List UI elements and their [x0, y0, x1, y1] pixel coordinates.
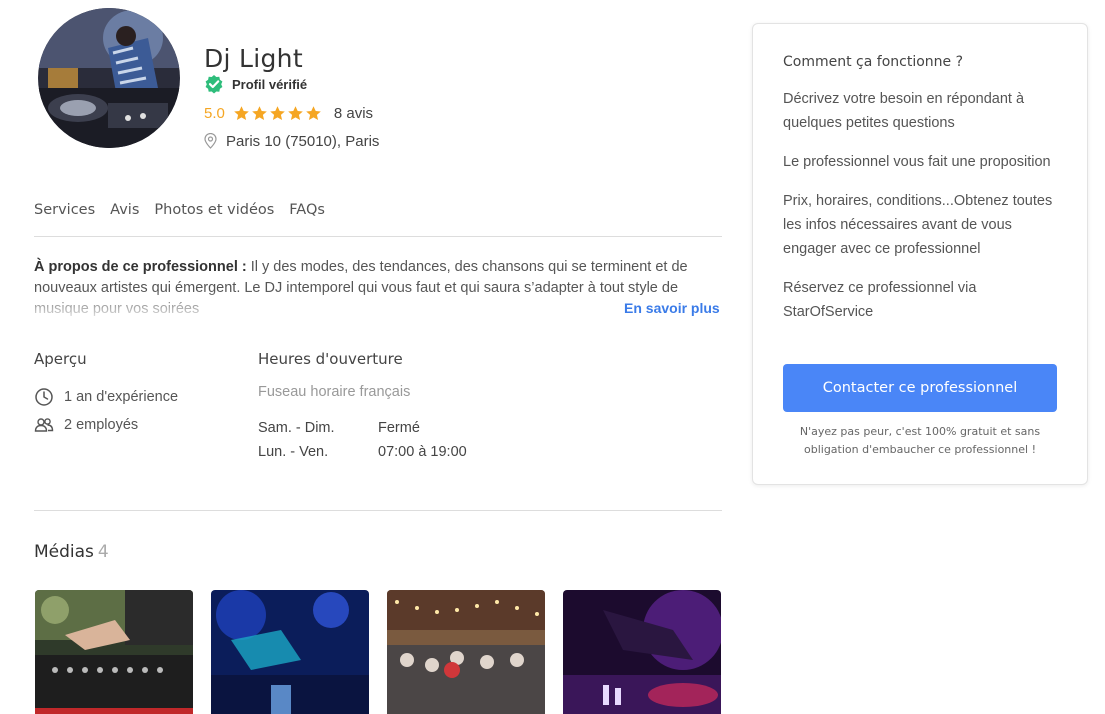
users-icon: [34, 418, 54, 432]
tab-services[interactable]: Services: [34, 202, 95, 218]
hours-row: Lun. - Ven. 07:00 à 19:00: [258, 444, 467, 460]
verified-badge: Profil vérifié: [204, 74, 307, 94]
tabs-divider: [34, 236, 722, 237]
how-it-works-title: Comment ça fonctionne ?: [783, 54, 964, 70]
medias-label: Médias: [34, 542, 94, 562]
hours-timezone: Fuseau horaire français: [258, 384, 411, 400]
profile-avatar[interactable]: [38, 8, 180, 148]
media-thumbnail[interactable]: [387, 590, 545, 714]
hours-row: Sam. - Dim. Fermé: [258, 420, 420, 436]
employees-item: 2 employés: [34, 415, 138, 435]
read-more-link[interactable]: En savoir plus: [624, 300, 720, 316]
map-pin-icon: [204, 133, 217, 149]
hours-days: Sam. - Dim.: [258, 420, 335, 436]
dj-mixer-photo: [35, 590, 193, 714]
location-text: Paris 10 (75010), Paris: [226, 132, 380, 150]
location: Paris 10 (75010), Paris: [204, 131, 379, 151]
dj-hands-photo: [211, 590, 369, 714]
dj-turntable-photo: [563, 590, 721, 714]
star-icon: [288, 105, 303, 120]
experience-item: 1 an d'expérience: [34, 387, 178, 407]
hours-title: Heures d'ouverture: [258, 350, 403, 368]
medias-count: 4: [97, 542, 109, 562]
rating-summary[interactable]: 5.0 8 avis: [204, 104, 373, 122]
employees-text: 2 employés: [64, 417, 139, 433]
dj-photo: [38, 8, 180, 148]
experience-text: 1 an d'expérience: [64, 389, 179, 405]
clock-icon: [35, 388, 53, 406]
section-divider: [34, 510, 722, 511]
overview-title: Aperçu: [34, 350, 87, 368]
tab-reviews[interactable]: Avis: [110, 202, 139, 218]
star-icon: [306, 105, 321, 120]
hours-time: 07:00 à 19:00: [378, 444, 467, 460]
medias-title: Médias 4: [34, 542, 109, 562]
media-thumbnail[interactable]: [563, 590, 721, 714]
media-thumbnail[interactable]: [211, 590, 369, 714]
star-icon: [270, 105, 285, 120]
check-badge-icon: [205, 75, 223, 94]
verified-label: Profil vérifié: [232, 76, 308, 92]
tab-photos-videos[interactable]: Photos et vidéos: [154, 202, 274, 218]
how-step: Le professionnel vous fait une propositi…: [783, 154, 1051, 170]
tab-faqs[interactable]: FAQs: [289, 202, 325, 218]
how-step: Décrivez votre besoin en répondant à que…: [783, 91, 1025, 131]
hours-time: Fermé: [378, 420, 420, 436]
contact-note: N'ayez pas peur, c'est 100% gratuit et s…: [799, 425, 1041, 456]
star-icon: [234, 105, 249, 120]
how-step: Prix, horaires, conditions...Obtenez tou…: [783, 193, 1053, 257]
about-heading: À propos de ce professionnel :: [34, 259, 247, 275]
how-it-works-card: Comment ça fonctionne ? Décrivez votre b…: [752, 23, 1088, 485]
party-crowd-photo: [387, 590, 545, 714]
hours-days: Lun. - Ven.: [258, 444, 329, 460]
rating-stars: [233, 105, 322, 122]
media-thumbnail[interactable]: [35, 590, 193, 714]
profile-tabs: Services Avis Photos et vidéos FAQs: [34, 202, 325, 218]
how-step: Réservez ce professionnel via StarOfServ…: [783, 280, 977, 320]
reviews-count: 8 avis: [333, 104, 374, 122]
rating-score: 5.0: [204, 104, 225, 122]
star-icon: [252, 105, 267, 120]
contact-professional-button[interactable]: Contacter ce professionnel: [783, 364, 1057, 412]
profile-name: Dj Light: [204, 44, 303, 73]
about-fade: [34, 290, 634, 322]
